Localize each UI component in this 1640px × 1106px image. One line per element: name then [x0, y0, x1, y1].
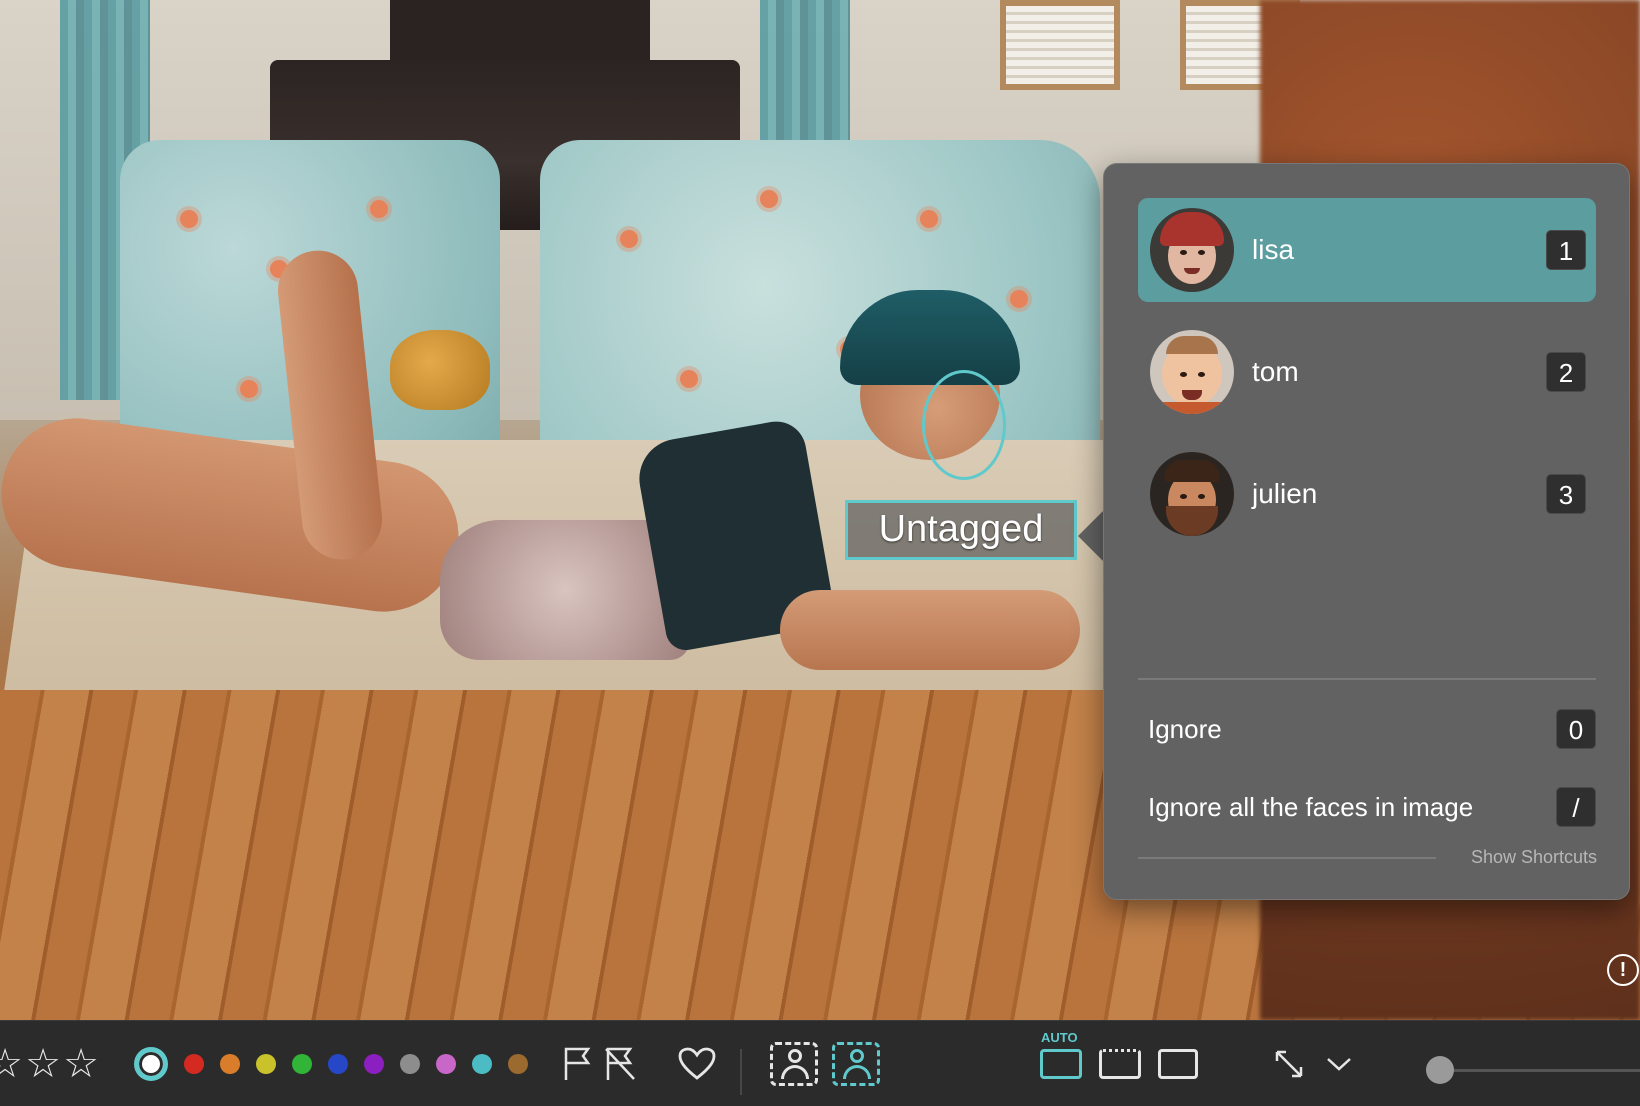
ignore-item[interactable]: Ignore 0 [1148, 707, 1596, 751]
vase [390, 330, 490, 410]
grid-layout-icon[interactable] [1099, 1021, 1141, 1106]
person-item-julien[interactable]: julien 3 [1138, 442, 1596, 546]
zoom-slider-track[interactable] [1440, 1069, 1640, 1072]
bottom-toolbar: ☆ ☆ ☆ AUTO [0, 1020, 1640, 1106]
face-detect-icon[interactable] [832, 1021, 880, 1106]
color-label-dot[interactable] [508, 1054, 528, 1074]
show-shortcuts-link[interactable]: Show Shortcuts [1471, 847, 1597, 868]
woman-arm [780, 590, 1080, 670]
color-label-dot[interactable] [184, 1054, 204, 1074]
ignore-label: Ignore [1148, 713, 1222, 744]
color-labels [126, 1021, 536, 1106]
star-icon[interactable]: ☆ [62, 1041, 100, 1087]
zoom-slider-handle[interactable] [1426, 1056, 1454, 1084]
face-tag-popup: lisa 1 tom 2 julien 3 Ignore 0 Ignore al… [1103, 163, 1630, 900]
face-group-icon[interactable] [770, 1021, 818, 1106]
color-label-dot[interactable] [292, 1054, 312, 1074]
shortcut-badge: / [1556, 787, 1596, 827]
shortcut-badge: 3 [1546, 474, 1586, 514]
color-label-dot[interactable] [134, 1047, 168, 1081]
color-label-dot[interactable] [220, 1054, 240, 1074]
popup-divider [1138, 678, 1596, 680]
star-icon[interactable]: ☆ [24, 1041, 62, 1087]
unflag-icon[interactable] [604, 1021, 638, 1106]
avatar-tom [1150, 330, 1234, 414]
shortcut-badge: 0 [1556, 709, 1596, 749]
popup-arrow [1078, 510, 1104, 562]
color-label-dot[interactable] [400, 1054, 420, 1074]
auto-label: AUTO [1041, 1030, 1078, 1045]
shortcuts-divider [1138, 857, 1436, 859]
color-label-dot[interactable] [472, 1054, 492, 1074]
window-left [1000, 0, 1120, 90]
star-icon[interactable]: ☆ [0, 1041, 24, 1087]
heart-icon[interactable] [678, 1021, 716, 1106]
face-detection-ring[interactable] [922, 370, 1006, 480]
shortcut-badge: 1 [1546, 230, 1586, 270]
person-name: lisa [1252, 234, 1295, 265]
color-label-dot[interactable] [436, 1054, 456, 1074]
ignore-all-label: Ignore all the faces in image [1148, 791, 1474, 822]
chevron-down-icon[interactable] [1326, 1021, 1352, 1106]
person-name: tom [1252, 356, 1299, 387]
person-name: julien [1252, 478, 1318, 509]
person-item-tom[interactable]: tom 2 [1138, 320, 1596, 424]
info-icon[interactable]: ! [1607, 954, 1639, 986]
person-item-lisa[interactable]: lisa 1 [1138, 198, 1596, 302]
shortcut-badge: 2 [1546, 352, 1586, 392]
toolbar-separator [740, 1049, 742, 1095]
color-label-dot[interactable] [256, 1054, 276, 1074]
color-label-dot[interactable] [364, 1054, 384, 1074]
color-label-dot[interactable] [328, 1054, 348, 1074]
flag-icon[interactable] [562, 1021, 596, 1106]
ignore-all-item[interactable]: Ignore all the faces in image / [1148, 785, 1596, 829]
avatar-julien [1150, 452, 1234, 536]
face-tag-label[interactable]: Untagged [845, 500, 1077, 560]
single-layout-icon[interactable] [1158, 1021, 1198, 1106]
auto-layout-icon[interactable]: AUTO [1040, 1021, 1082, 1106]
fullscreen-icon[interactable] [1274, 1021, 1304, 1106]
avatar-lisa [1150, 208, 1234, 292]
rating-stars: ☆ ☆ ☆ [0, 1021, 100, 1106]
